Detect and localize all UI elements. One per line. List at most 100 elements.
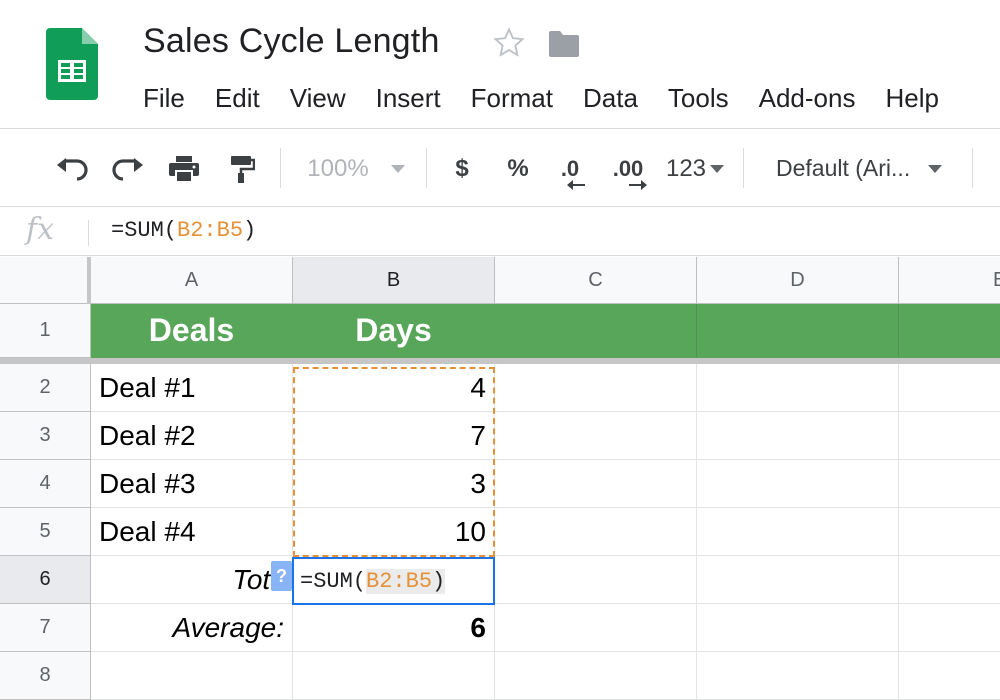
cell-a3[interactable]: Deal #2 — [91, 412, 293, 460]
decrease-decimal-icon: .0 — [561, 157, 585, 190]
row-header-4[interactable]: 4 — [0, 460, 91, 508]
zoom-select[interactable]: 100% — [300, 130, 412, 207]
number-format-select[interactable]: 123 — [660, 130, 730, 207]
menu-add-ons[interactable]: Add-ons — [744, 80, 871, 116]
row-header-8[interactable]: 8 — [0, 652, 91, 700]
cell-a2[interactable]: Deal #1 — [91, 364, 293, 412]
formula-prefix: =SUM( — [111, 218, 178, 243]
cell-e5[interactable] — [899, 508, 1000, 556]
formula-input[interactable]: =SUM(B2:B5) — [111, 218, 256, 243]
cell-d3[interactable] — [697, 412, 899, 460]
cell-d4[interactable] — [697, 460, 899, 508]
cell-c5[interactable] — [495, 508, 697, 556]
toolbar-divider — [426, 148, 427, 188]
cell-a4[interactable]: Deal #3 — [91, 460, 293, 508]
editor-suffix: ) — [432, 568, 446, 594]
cell-d5[interactable] — [697, 508, 899, 556]
cell-a8[interactable] — [91, 652, 293, 700]
cell-e7[interactable] — [899, 604, 1000, 652]
increase-decimal-button[interactable]: .00 — [606, 130, 650, 207]
currency-format-button[interactable]: $ — [444, 130, 480, 207]
cell-c7[interactable] — [495, 604, 697, 652]
arrow-right-icon — [628, 179, 647, 190]
menu-view[interactable]: View — [275, 80, 361, 116]
toolbar-divider — [743, 148, 744, 188]
cell-d7[interactable] — [697, 604, 899, 652]
cell-a1[interactable]: Deals — [91, 304, 293, 358]
paint-format-button[interactable] — [220, 130, 260, 207]
arrow-left-icon — [566, 179, 585, 190]
redo-button[interactable] — [108, 130, 148, 207]
toolbar: 100% $ % .0 .00 123 Default (Ari... — [0, 130, 1000, 207]
row-header-1[interactable]: 1 — [0, 304, 91, 358]
cell-c2[interactable] — [495, 364, 697, 412]
column-header-d[interactable]: D — [697, 257, 899, 304]
spreadsheet-grid: A B C D E 1 2 3 4 5 6 7 8 Deals Days Dea… — [0, 257, 1000, 700]
font-family-value: Default (Ari... — [776, 155, 911, 181]
row-header-5[interactable]: 5 — [0, 508, 91, 556]
formula-suffix: ) — [243, 218, 257, 243]
cell-c8[interactable] — [495, 652, 697, 700]
cell-d2[interactable] — [697, 364, 899, 412]
folder-icon[interactable] — [547, 30, 581, 58]
increase-decimal-label: .00 — [612, 155, 644, 181]
document-title[interactable]: Sales Cycle Length — [143, 22, 440, 61]
cell-editor-b6[interactable]: =SUM(B2:B5) — [292, 557, 495, 605]
column-header-c[interactable]: C — [495, 257, 697, 304]
formula-bar-divider — [88, 220, 89, 246]
cell-c1[interactable] — [495, 304, 697, 358]
cell-e1[interactable] — [899, 304, 1000, 358]
menu-edit[interactable]: Edit — [200, 80, 275, 116]
select-all-corner[interactable] — [0, 257, 91, 304]
cell-d1[interactable] — [697, 304, 899, 358]
formula-range-highlight — [293, 367, 495, 557]
row-header-3[interactable]: 3 — [0, 412, 91, 460]
formula-help-button[interactable]: ? — [271, 561, 292, 591]
menu-help[interactable]: Help — [870, 80, 953, 116]
cell-b1[interactable]: Days — [293, 304, 495, 358]
chevron-down-icon — [928, 164, 943, 173]
cell-a5[interactable]: Deal #4 — [91, 508, 293, 556]
column-header-b[interactable]: B — [293, 257, 495, 304]
cell-e4[interactable] — [899, 460, 1000, 508]
editor-prefix: =SUM( — [300, 568, 367, 594]
undo-button[interactable] — [52, 130, 92, 207]
cell-a6[interactable]: Total — [91, 556, 293, 604]
column-header-a[interactable]: A — [91, 257, 293, 304]
menu-tools[interactable]: Tools — [653, 80, 744, 116]
menu-file[interactable]: File — [128, 80, 200, 116]
font-family-select[interactable]: Default (Ari... — [768, 130, 958, 207]
cell-c4[interactable] — [495, 460, 697, 508]
row-header-2[interactable]: 2 — [0, 364, 91, 412]
column-header-e[interactable]: E — [899, 257, 1000, 304]
cell-b7[interactable]: 6 — [293, 604, 495, 652]
row-header-6[interactable]: 6 — [0, 556, 91, 604]
cell-e2[interactable] — [899, 364, 1000, 412]
cell-d8[interactable] — [697, 652, 899, 700]
cell-b8[interactable] — [293, 652, 495, 700]
star-icon[interactable] — [492, 26, 526, 60]
cell-c3[interactable] — [495, 412, 697, 460]
toolbar-divider — [280, 148, 281, 188]
app-header: Sales Cycle Length File Edit View Insert… — [0, 0, 1000, 129]
cell-c6[interactable] — [495, 556, 697, 604]
menu-insert[interactable]: Insert — [361, 80, 456, 116]
cell-d6[interactable] — [697, 556, 899, 604]
percent-format-button[interactable]: % — [500, 130, 536, 207]
row-header-7[interactable]: 7 — [0, 604, 91, 652]
increase-decimal-icon: .00 — [612, 155, 647, 190]
cell-a7[interactable]: Average: — [91, 604, 293, 652]
menu-bar: File Edit View Insert Format Data Tools … — [128, 80, 954, 116]
print-button[interactable] — [164, 130, 204, 207]
menu-data[interactable]: Data — [568, 80, 653, 116]
sheets-logo-icon[interactable] — [46, 28, 98, 100]
menu-format[interactable]: Format — [456, 80, 568, 116]
percent-icon: % — [507, 154, 529, 182]
cell-e3[interactable] — [899, 412, 1000, 460]
formula-bar: fx =SUM(B2:B5) — [0, 208, 1000, 256]
decrease-decimal-button[interactable]: .0 — [552, 130, 588, 207]
cell-e6[interactable] — [899, 556, 1000, 604]
fx-icon: fx — [26, 212, 55, 247]
currency-icon: $ — [455, 154, 469, 182]
cell-e8[interactable] — [899, 652, 1000, 700]
